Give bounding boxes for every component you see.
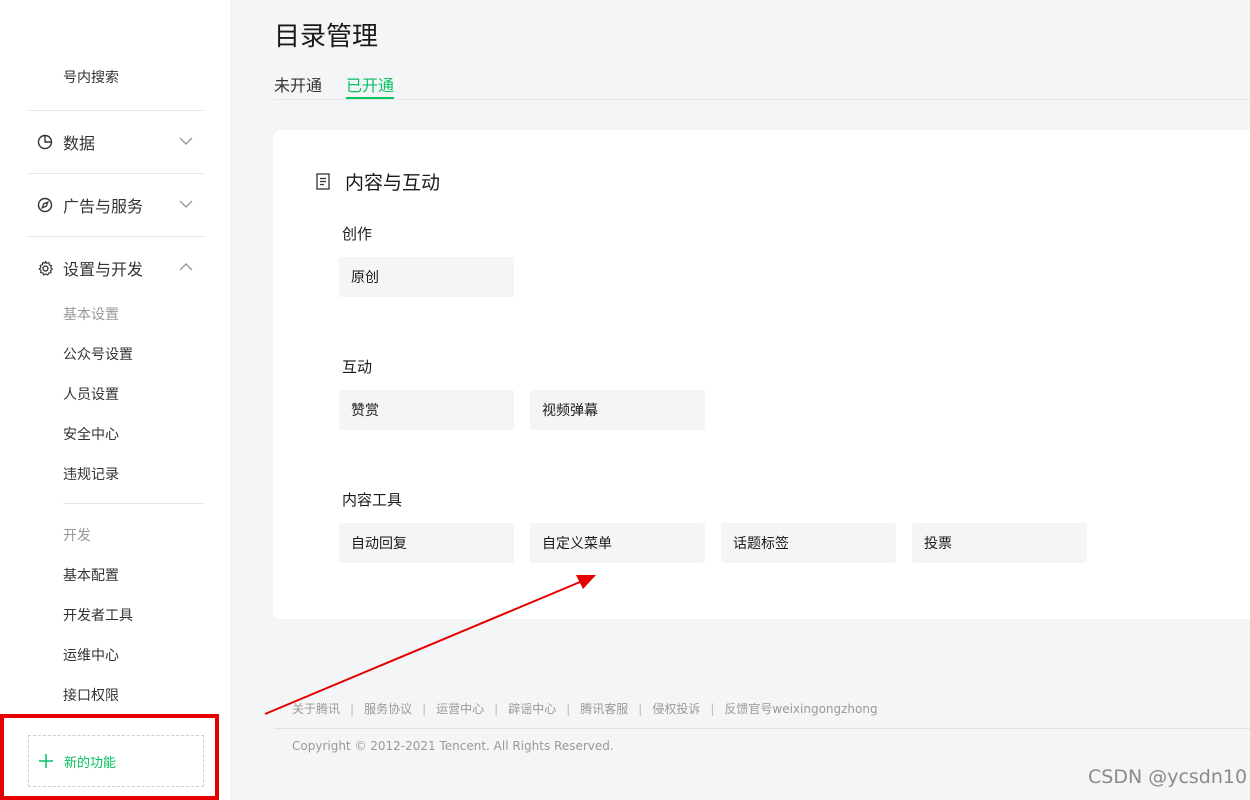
sidebar-divider xyxy=(28,236,204,237)
new-feature-label: 新的功能 xyxy=(64,755,117,771)
footer-link-agreement[interactable]: 服务协议 xyxy=(364,702,412,716)
section-title-text: 内容与互动 xyxy=(345,172,441,194)
tab-divider xyxy=(274,99,1250,100)
sidebar-group-settings[interactable]: 设置与开发 xyxy=(36,256,206,280)
category-title-interaction: 互动 xyxy=(342,358,373,376)
plus-icon xyxy=(38,753,54,769)
footer-link-feedback[interactable]: 反馈官号weixingongzhong xyxy=(724,702,877,716)
footer-link-ops[interactable]: 运营中心 xyxy=(436,702,484,716)
feature-appreciation[interactable]: 赞赏 xyxy=(339,390,514,430)
category-title-creation: 创作 xyxy=(342,225,373,243)
feature-original[interactable]: 原创 xyxy=(339,257,514,297)
document-icon xyxy=(316,172,332,191)
sidebar-group-label: 广告与服务 xyxy=(63,197,144,216)
footer-separator: | xyxy=(710,702,715,716)
footer-separator: | xyxy=(638,702,643,716)
feature-topic-tags[interactable]: 话题标签 xyxy=(721,523,896,563)
pie-chart-icon xyxy=(36,133,54,151)
sidebar-item-staff-settings[interactable]: 人员设置 xyxy=(63,384,119,404)
section-title: 内容与互动 xyxy=(316,168,440,195)
footer-link-support[interactable]: 腾讯客服 xyxy=(580,702,628,716)
footer-links: 关于腾讯 | 服务协议 | 运营中心 | 辟谣中心 | 腾讯客服 | 侵权投诉 | 反馈官号weixin… xyxy=(292,700,878,717)
sidebar-divider xyxy=(63,503,204,504)
footer-link-rumor[interactable]: 辟谣中心 xyxy=(508,702,556,716)
tab-activated[interactable]: 已开通 xyxy=(346,72,395,99)
page-title: 目录管理 xyxy=(274,22,379,52)
sidebar-subheading-dev: 开发 xyxy=(63,528,91,544)
sidebar-item-security-center[interactable]: 安全中心 xyxy=(63,424,119,444)
sidebar-item-violation-records[interactable]: 违规记录 xyxy=(63,464,119,484)
chevron-down-icon xyxy=(178,133,194,149)
copyright-text: Copyright © 2012-2021 Tencent. All Right… xyxy=(292,739,614,753)
sidebar-group-data[interactable]: 数据 xyxy=(36,130,206,154)
sidebar-group-label: 设置与开发 xyxy=(63,260,144,279)
sidebar-item-account-settings[interactable]: 公众号设置 xyxy=(63,344,133,364)
chevron-up-icon xyxy=(178,259,194,275)
category-title-content-tools: 内容工具 xyxy=(342,491,403,509)
footer-link-about[interactable]: 关于腾讯 xyxy=(292,702,340,716)
sidebar-item-search[interactable]: 号内搜索 xyxy=(63,67,119,87)
compass-icon xyxy=(36,196,54,214)
footer-divider xyxy=(274,728,1250,729)
sidebar-group-ads[interactable]: 广告与服务 xyxy=(36,193,206,217)
footer-separator: | xyxy=(422,702,427,716)
sidebar-divider xyxy=(28,110,204,111)
sidebar-item-api-permissions[interactable]: 接口权限 xyxy=(63,685,119,705)
sidebar-item-basic-config[interactable]: 基本配置 xyxy=(63,565,119,585)
feature-auto-reply[interactable]: 自动回复 xyxy=(339,523,514,563)
sidebar: 号内搜索 数据 广告与服务 设置与开发 基本设置 公众号设置 人员设置 安全中心… xyxy=(0,0,230,800)
sidebar-subheading-basic: 基本设置 xyxy=(63,307,119,323)
sidebar-divider xyxy=(28,173,204,174)
feature-vote[interactable]: 投票 xyxy=(912,523,1087,563)
footer-separator: | xyxy=(566,702,571,716)
sidebar-item-developer-tools[interactable]: 开发者工具 xyxy=(63,605,133,625)
sidebar-group-label: 数据 xyxy=(63,134,96,153)
gear-icon xyxy=(36,259,54,277)
tab-not-activated[interactable]: 未开通 xyxy=(274,72,322,96)
chevron-down-icon xyxy=(178,196,194,212)
footer-link-infringement[interactable]: 侵权投诉 xyxy=(652,702,700,716)
new-feature-button[interactable]: 新的功能 xyxy=(28,735,204,787)
footer-separator: | xyxy=(350,702,355,716)
feature-video-danmaku[interactable]: 视频弹幕 xyxy=(530,390,705,430)
footer-separator: | xyxy=(494,702,499,716)
watermark: CSDN @ycsdn10 xyxy=(1088,766,1248,788)
sidebar-item-ops-center[interactable]: 运维中心 xyxy=(63,645,119,665)
feature-custom-menu[interactable]: 自定义菜单 xyxy=(530,523,705,563)
